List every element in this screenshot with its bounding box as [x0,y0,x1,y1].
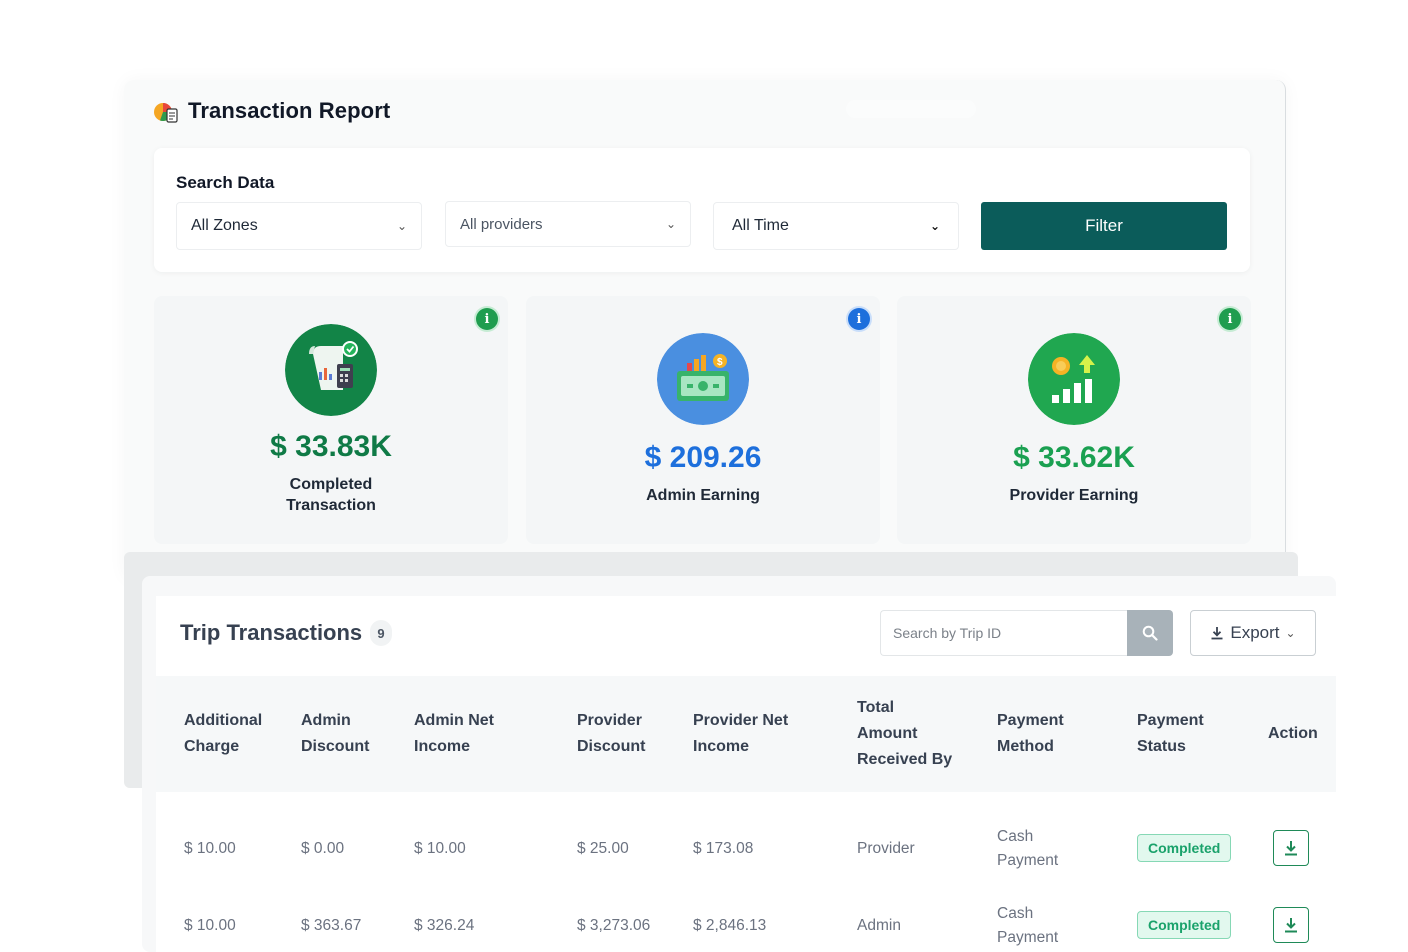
provider-select-value: All providers [460,215,543,233]
info-icon[interactable]: i [848,308,870,330]
search-data-label: Search Data [176,173,275,192]
column-header-provider-discount: Provider Discount [577,712,646,755]
table-header: Additional Charge Admin Discount Admin Net… [156,676,1336,792]
table-row: $ 10.00 $ 363.67 $ 326.24 $ 3,273.06 $ 2… [156,887,1336,952]
column-header-payment-method: Payment Method [997,712,1064,755]
cell-payment-method: Cash Payment [997,905,1059,946]
column-header-additional-charge: Additional Charge [184,712,263,755]
stat-value: $ 33.62K [1013,441,1135,474]
time-select-value: All Time [732,217,789,234]
export-label: Export [1230,623,1280,642]
column-header-admin-net-income: Admin Net Income [414,712,494,755]
column-header-payment-status: Payment Status [1137,712,1204,755]
chevron-down-icon: ⌄ [929,219,940,233]
cell-provider-discount: $ 3,273.06 [577,917,651,934]
receipt-chart-icon [285,324,377,416]
zone-select[interactable]: All Zones ⌄ [176,202,422,250]
status-badge: Completed [1137,834,1232,862]
download-icon [1285,918,1297,933]
info-icon[interactable]: i [476,308,498,330]
growth-coin-icon [1028,333,1120,425]
table-row: $ 10.00 $ 0.00 $ 10.00 $ 25.00 $ 173.08 … [156,810,1336,888]
cell-payment-method: Cash Payment [997,828,1059,869]
search-button[interactable] [1127,610,1173,656]
stat-card-admin-earning: i $ $ 209.26 Admin Earning [526,296,880,544]
chevron-down-icon: ⌄ [396,219,407,233]
cell-received-by: Provider [857,840,915,857]
download-icon [1285,841,1297,856]
page-title: Transaction Report [188,98,391,123]
section-title: Trip Transactions [180,620,363,645]
money-wallet-icon: $ [657,333,749,425]
column-header-provider-net-income: Provider Net Income [693,712,789,755]
zone-select-value: All Zones [191,217,258,234]
stat-value: $ 33.83K [270,430,392,463]
cell-provider-discount: $ 25.00 [577,840,629,857]
cell-provider-net-income: $ 2,846.13 [693,917,767,934]
cell-additional-charge: $ 10.00 [184,917,236,934]
chevron-down-icon: ⌄ [1285,626,1296,640]
column-header-admin-discount: Admin Discount [301,712,370,755]
column-header-action: Action [1268,725,1318,742]
download-icon [1211,627,1223,640]
chevron-down-icon: ⌄ [665,217,676,231]
info-icon[interactable]: i [1219,308,1241,330]
stat-value: $ 209.26 [644,441,762,474]
transaction-report-panel: Transaction Report Search Data All Zones… [124,80,1286,580]
search-input[interactable] [880,610,1128,656]
time-select[interactable]: All Time ⌄ [713,202,959,250]
search-data-card: Search Data All Zones ⌄ All providers ⌄ … [154,148,1250,272]
cell-provider-net-income: $ 173.08 [693,840,754,857]
cell-admin-net-income: $ 326.24 [414,917,475,934]
cell-admin-net-income: $ 10.00 [414,840,466,857]
svg-text:$: $ [717,357,723,368]
stat-label: Completed [289,476,373,493]
column-header-total-amount-received-by: Total Amount Received By [857,699,953,768]
export-button[interactable]: Export ⌄ [1190,610,1316,656]
status-badge: Completed [1137,911,1232,939]
report-chart-icon [154,103,178,123]
download-button[interactable] [1273,907,1309,943]
trip-transactions-card: Trip Transactions 9 Export ⌄ AdditionalC… [156,596,1336,952]
stat-label: Admin Earning [646,487,760,504]
stat-label: Provider Earning [1009,487,1139,504]
stat-card-provider-earning: i $ 33.62K Provider Earning [897,296,1251,544]
download-button[interactable] [1273,830,1309,866]
provider-select[interactable]: All providers ⌄ [445,201,691,247]
header-placeholder [846,100,976,118]
cell-admin-discount: $ 0.00 [301,840,345,857]
filter-button[interactable]: Filter [981,202,1227,250]
count-badge: 9 [370,620,392,646]
stat-card-completed-transaction: i $ 33.83K Completed Transaction [154,296,508,544]
stat-label: Transaction [286,497,376,514]
trip-transactions-panel: Trip Transactions 9 Export ⌄ AdditionalC… [142,576,1336,952]
report-header: Transaction Report [152,98,390,124]
cell-admin-discount: $ 363.67 [301,917,362,934]
cell-received-by: Admin [857,917,901,934]
search-icon [1142,625,1158,641]
cell-additional-charge: $ 10.00 [184,840,236,857]
